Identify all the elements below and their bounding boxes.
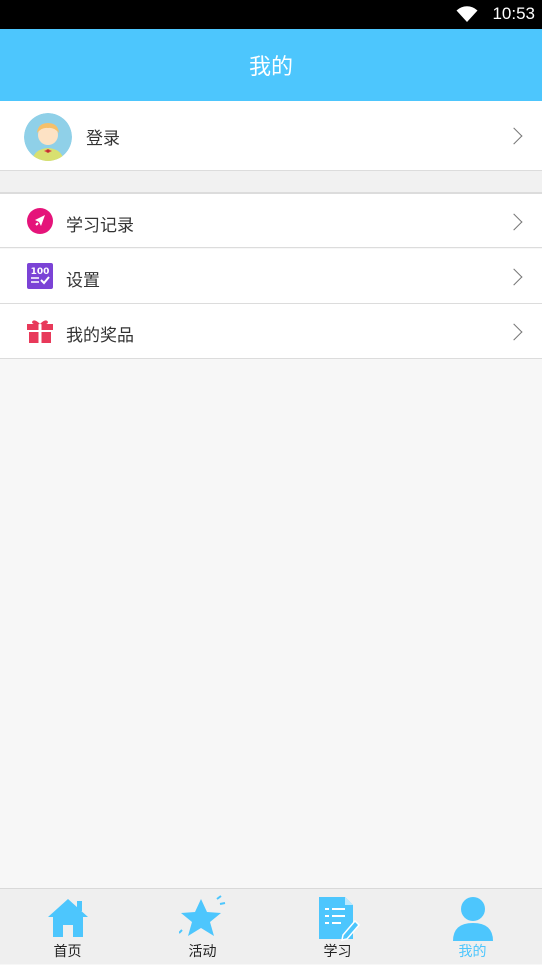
section-divider <box>0 171 542 193</box>
rocket-icon <box>27 208 53 234</box>
score-100-icon: 100 <box>27 263 53 289</box>
page-title: 我的 <box>248 55 293 80</box>
tab-label: 活动 <box>188 944 217 960</box>
menu-item-label: 学习记录 <box>66 216 134 236</box>
chevron-right-icon <box>505 268 523 286</box>
tab-study[interactable]: 学习 <box>270 889 405 965</box>
svg-text:100: 100 <box>31 267 50 277</box>
chevron-right-icon <box>505 323 523 341</box>
bottom-tab-bar: 首页 活动 学习 我的 <box>0 888 542 964</box>
menu-item-label: 我的奖品 <box>66 326 134 346</box>
tab-home[interactable]: 首页 <box>0 889 135 965</box>
status-time: 10:53 <box>492 4 535 23</box>
gift-icon <box>27 320 53 343</box>
menu-item-label: 设置 <box>66 271 100 291</box>
avatar <box>24 113 72 161</box>
tab-label: 学习 <box>323 944 352 960</box>
star-icon <box>178 895 225 936</box>
document-icon <box>318 897 360 941</box>
title-bar: 我的 <box>0 29 542 101</box>
tab-label: 我的 <box>458 944 487 960</box>
status-bar: 10:53 <box>0 0 542 29</box>
wifi-icon <box>456 6 478 22</box>
person-icon <box>452 897 493 941</box>
menu-item-study-records[interactable]: 学习记录 <box>0 193 542 248</box>
menu-item-my-prizes[interactable]: 我的奖品 <box>0 304 542 359</box>
chevron-right-icon <box>505 213 523 231</box>
chevron-right-icon <box>505 127 523 145</box>
tab-activity[interactable]: 活动 <box>135 889 270 965</box>
home-icon <box>47 899 88 937</box>
login-row[interactable]: 登录 <box>0 101 542 171</box>
tab-mine[interactable]: 我的 <box>405 889 540 965</box>
menu-item-settings[interactable]: 100 设置 <box>0 249 542 304</box>
login-label: 登录 <box>86 129 120 149</box>
tab-label: 首页 <box>53 944 82 960</box>
